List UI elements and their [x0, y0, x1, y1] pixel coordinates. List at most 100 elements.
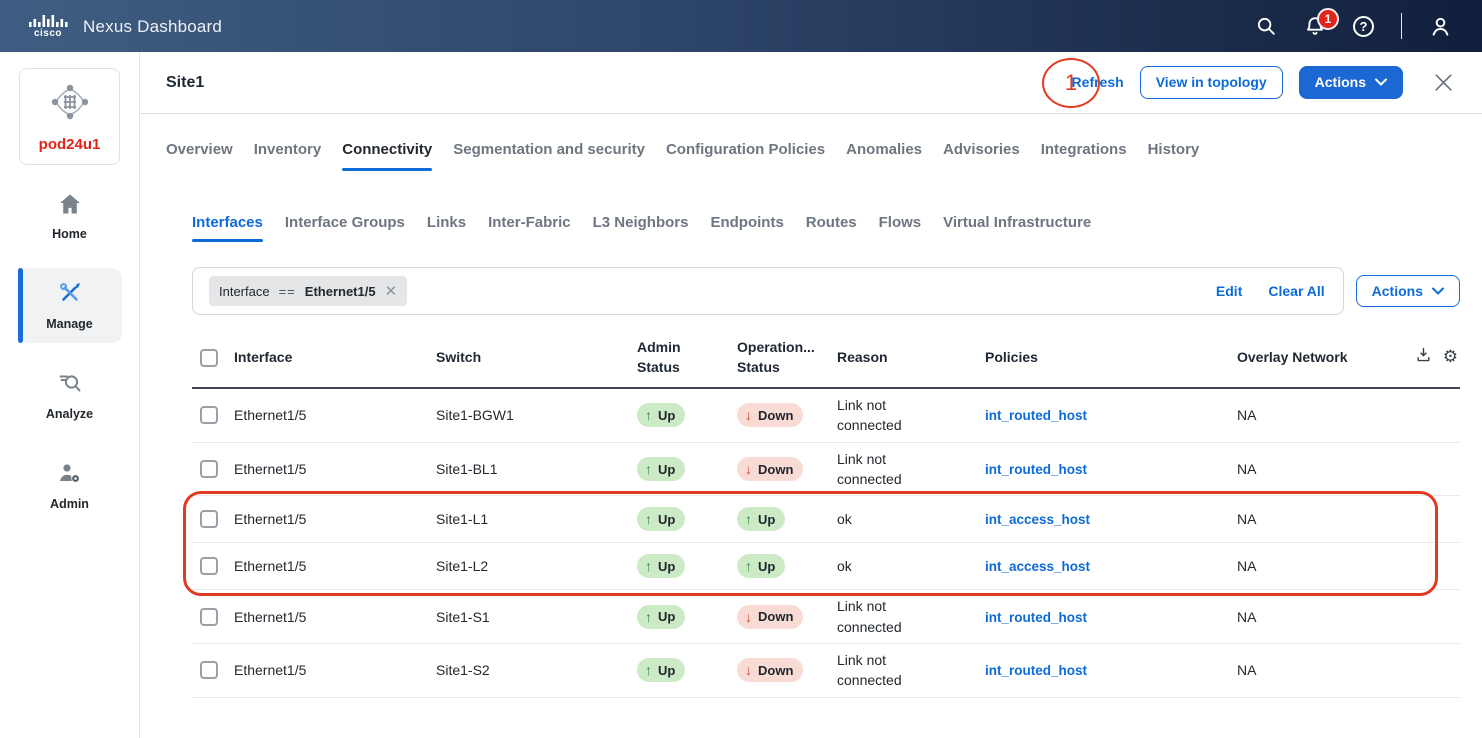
- notification-count-badge[interactable]: 1: [1317, 8, 1339, 30]
- row-checkbox[interactable]: [200, 557, 218, 575]
- cell-overlay-network: NA: [1237, 662, 1404, 678]
- policy-link[interactable]: int_routed_host: [985, 663, 1087, 678]
- col-operational-status[interactable]: Operation... Status: [737, 338, 837, 377]
- status-arrow-icon: [645, 558, 652, 574]
- page-title: Site1: [166, 74, 204, 92]
- filter-chip[interactable]: Interface == Ethernet1/5 ✕: [209, 276, 407, 306]
- status-arrow-icon: [645, 609, 652, 625]
- row-checkbox[interactable]: [200, 406, 218, 424]
- subtab-virtual-infrastructure[interactable]: Virtual Infrastructure: [943, 214, 1091, 242]
- interfaces-table: Interface Switch Admin Status Operation.…: [192, 332, 1460, 698]
- tab-configuration-policies[interactable]: Configuration Policies: [666, 141, 825, 171]
- subtab-l3-neighbors[interactable]: L3 Neighbors: [593, 214, 689, 242]
- status-label: Up: [758, 559, 775, 574]
- admin-status-badge: Up: [637, 554, 685, 578]
- sidebar-item-admin[interactable]: Admin: [18, 448, 122, 523]
- filter-value: Ethernet1/5: [305, 284, 376, 299]
- app-title: Nexus Dashboard: [83, 17, 222, 39]
- filter-bar[interactable]: Interface == Ethernet1/5 ✕ Edit Clear Al…: [192, 267, 1344, 315]
- cell-interface: Ethernet1/5: [234, 407, 436, 423]
- sidebar-item-analyze[interactable]: Analyze: [18, 358, 122, 433]
- tab-anomalies[interactable]: Anomalies: [846, 141, 922, 171]
- row-checkbox[interactable]: [200, 608, 218, 626]
- row-checkbox[interactable]: [200, 460, 218, 478]
- col-overlay-network[interactable]: Overlay Network: [1237, 348, 1404, 368]
- remove-filter-icon[interactable]: ✕: [385, 282, 398, 300]
- table-actions-button[interactable]: Actions: [1356, 275, 1460, 308]
- policy-link[interactable]: int_routed_host: [985, 408, 1087, 423]
- sidebar-item-label: Manage: [46, 317, 93, 331]
- sidebar-item-home[interactable]: Home: [18, 180, 122, 253]
- top-actions: 1 ?: [1255, 13, 1452, 39]
- col-reason[interactable]: Reason: [837, 348, 985, 368]
- cell-overlay-network: NA: [1237, 609, 1404, 625]
- tab-integrations[interactable]: Integrations: [1041, 141, 1127, 171]
- policy-link[interactable]: int_access_host: [985, 559, 1090, 574]
- col-interface[interactable]: Interface: [234, 348, 436, 368]
- subtab-links[interactable]: Links: [427, 214, 466, 242]
- fabric-selector[interactable]: pod24u1: [19, 68, 120, 165]
- refresh-button[interactable]: Refresh: [1072, 74, 1124, 90]
- row-checkbox[interactable]: [200, 661, 218, 679]
- analyze-search-icon: [58, 371, 82, 400]
- chevron-down-icon: [1432, 287, 1444, 295]
- view-in-topology-button[interactable]: View in topology: [1140, 66, 1283, 99]
- table-row[interactable]: Ethernet1/5 Site1-L2 Up Up ok int_access…: [192, 543, 1460, 590]
- subtab-interfaces[interactable]: Interfaces: [192, 214, 263, 242]
- table-row[interactable]: Ethernet1/5 Site1-BGW1 Up Down Link not …: [192, 389, 1460, 443]
- subtab-flows[interactable]: Flows: [879, 214, 922, 242]
- col-switch[interactable]: Switch: [436, 348, 637, 368]
- subtab-interface-groups[interactable]: Interface Groups: [285, 214, 405, 242]
- tab-advisories[interactable]: Advisories: [943, 141, 1020, 171]
- select-all-checkbox[interactable]: [200, 349, 218, 367]
- col-admin-status[interactable]: Admin Status: [637, 338, 737, 377]
- tab-inventory[interactable]: Inventory: [254, 141, 322, 171]
- table-row[interactable]: Ethernet1/5 Site1-BL1 Up Down Link not c…: [192, 443, 1460, 497]
- subtab-endpoints[interactable]: Endpoints: [710, 214, 783, 242]
- tab-segmentation-and-security[interactable]: Segmentation and security: [453, 141, 645, 171]
- policy-link[interactable]: int_routed_host: [985, 610, 1087, 625]
- clear-all-filters-button[interactable]: Clear All: [1268, 283, 1324, 299]
- actions-label: Actions: [1315, 74, 1366, 91]
- subtab-inter-fabric[interactable]: Inter-Fabric: [488, 214, 571, 242]
- sidebar: pod24u1 Home Manage Analyze: [0, 52, 140, 738]
- tab-history[interactable]: History: [1148, 141, 1200, 171]
- search-icon[interactable]: [1255, 15, 1277, 37]
- cell-reason: Link not connected: [837, 650, 925, 691]
- filter-operator: ==: [279, 284, 296, 299]
- admin-status-badge: Up: [637, 507, 685, 531]
- sidebar-item-label: Admin: [50, 497, 89, 511]
- page-actions-button[interactable]: Actions: [1299, 66, 1403, 99]
- cell-switch: Site1-L1: [436, 511, 637, 527]
- close-icon[interactable]: [1431, 70, 1456, 95]
- cell-interface: Ethernet1/5: [234, 511, 436, 527]
- admin-status-badge: Up: [637, 457, 685, 481]
- sidebar-item-manage[interactable]: Manage: [18, 268, 122, 343]
- topbar-divider: [1401, 13, 1402, 39]
- subtab-routes[interactable]: Routes: [806, 214, 857, 242]
- cell-interface: Ethernet1/5: [234, 662, 436, 678]
- user-account-icon[interactable]: [1429, 15, 1452, 38]
- help-icon[interactable]: ?: [1353, 16, 1374, 37]
- status-label: Down: [758, 609, 793, 624]
- download-icon[interactable]: [1415, 346, 1432, 369]
- tab-overview[interactable]: Overview: [166, 141, 233, 171]
- cell-switch: Site1-BGW1: [436, 407, 637, 423]
- cell-reason: Link not connected: [837, 596, 925, 637]
- table-row[interactable]: Ethernet1/5 Site1-S1 Up Down Link not co…: [192, 590, 1460, 644]
- admin-status-badge: Up: [637, 605, 685, 629]
- table-settings-gear-icon[interactable]: ⚙: [1443, 349, 1458, 366]
- cell-interface: Ethernet1/5: [234, 558, 436, 574]
- policy-link[interactable]: int_routed_host: [985, 462, 1087, 477]
- table-row[interactable]: Ethernet1/5 Site1-S2 Up Down Link not co…: [192, 644, 1460, 698]
- row-checkbox[interactable]: [200, 510, 218, 528]
- cell-reason: ok: [837, 509, 925, 529]
- table-row[interactable]: Ethernet1/5 Site1-L1 Up Up ok int_access…: [192, 496, 1460, 543]
- col-policies[interactable]: Policies: [985, 348, 1237, 368]
- cisco-wordmark: cisco: [34, 29, 62, 39]
- status-arrow-icon: [745, 511, 752, 527]
- policy-link[interactable]: int_access_host: [985, 512, 1090, 527]
- notifications-bell-icon[interactable]: 1: [1304, 15, 1326, 37]
- edit-filter-button[interactable]: Edit: [1216, 283, 1242, 299]
- tab-connectivity[interactable]: Connectivity: [342, 141, 432, 171]
